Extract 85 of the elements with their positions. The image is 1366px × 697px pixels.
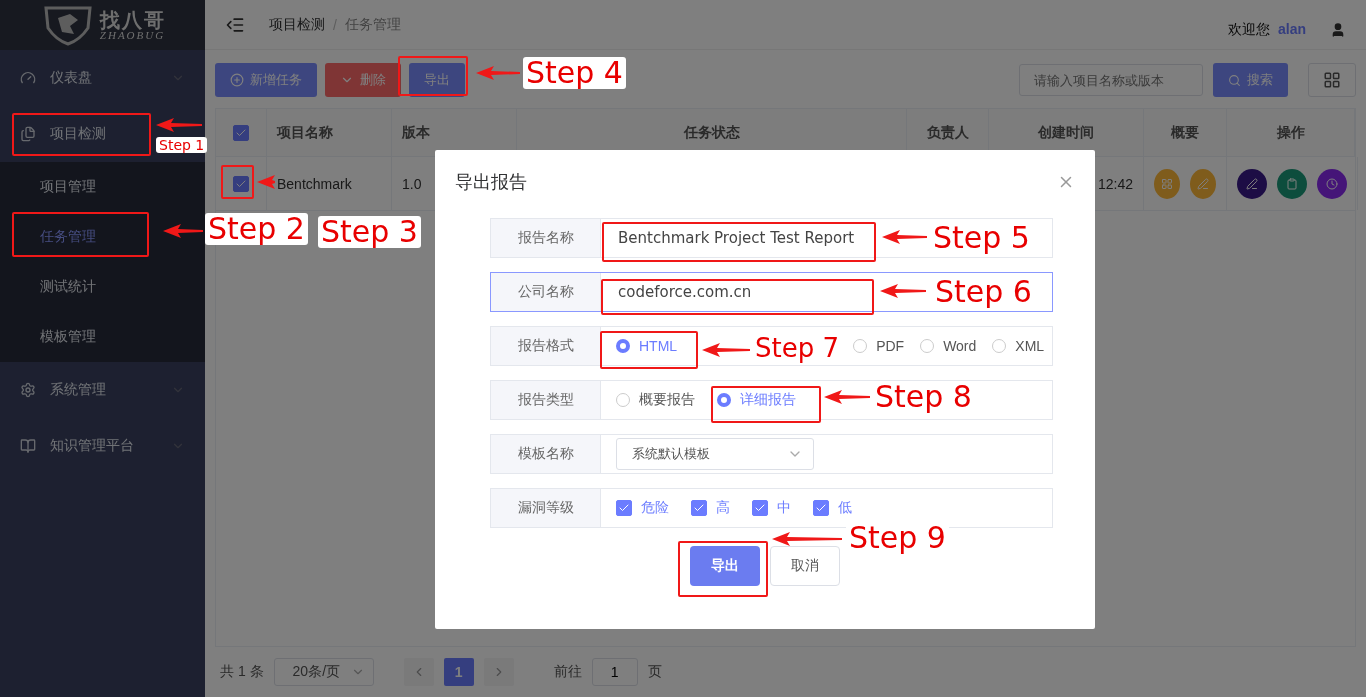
annotation-arrow — [476, 66, 520, 80]
summary-edit-button[interactable] — [1190, 168, 1216, 199]
page-button[interactable]: 1 — [443, 658, 474, 686]
field-label: 模板名称 — [491, 435, 601, 473]
annotation-arrow — [156, 118, 202, 132]
toolbar-button[interactable]: 删除 — [325, 63, 401, 97]
column-header: 概要 — [1144, 109, 1227, 156]
book-icon — [20, 438, 36, 454]
clock-button[interactable] — [1317, 168, 1347, 199]
clipboard-icon — [1286, 177, 1298, 190]
sidebar-subitem[interactable]: 任务管理 — [0, 212, 205, 262]
sidebar-subitem[interactable]: 项目管理 — [0, 162, 205, 212]
logo-name: 找八哥 — [99, 9, 166, 30]
checkmark-icon — [815, 502, 827, 514]
annotation-arrow — [257, 175, 275, 189]
radio-option[interactable]: 详细报告 — [717, 391, 796, 409]
search-button[interactable]: 搜索 — [1213, 63, 1288, 97]
annotation-arrow — [824, 390, 870, 404]
checkbox[interactable] — [233, 124, 249, 141]
page-size-select[interactable]: 20条/页 — [273, 658, 374, 686]
clock-icon — [1326, 177, 1338, 190]
checkbox[interactable] — [233, 175, 249, 192]
annotation-arrow — [702, 343, 750, 357]
goto-label: 前往 — [553, 663, 582, 681]
grid-view-button[interactable] — [1308, 63, 1356, 97]
annotation-arrow — [772, 532, 842, 546]
sidebar-item[interactable]: 知识管理平台 — [0, 418, 205, 474]
radio-option[interactable]: Word — [920, 338, 977, 354]
user-name[interactable]: alan — [1278, 20, 1306, 39]
dashboard-icon — [20, 70, 36, 86]
checkbox-option[interactable]: 危险 — [616, 499, 669, 517]
dialog-button[interactable]: 导出 — [690, 546, 760, 586]
checkbox-option[interactable]: 低 — [813, 499, 852, 517]
user-icon[interactable] — [1330, 21, 1346, 38]
sidebar-subitem[interactable]: 测试统计 — [0, 262, 205, 312]
goto-field[interactable]: 1 — [591, 658, 638, 686]
step-label: Step 4 — [523, 57, 626, 89]
checkmark-icon — [618, 502, 630, 514]
settings-icon — [20, 382, 36, 398]
field-label: 报告类型 — [491, 381, 601, 419]
pen-icon — [1197, 177, 1209, 190]
summary-button[interactable] — [1154, 168, 1180, 199]
document-icon — [20, 126, 36, 142]
annotation-arrow — [163, 224, 203, 238]
logo-subtitle: ZHAOBUG — [99, 29, 166, 41]
pen-icon — [1246, 177, 1258, 190]
field-label: 漏洞等级 — [491, 489, 601, 527]
field-label: 报告格式 — [491, 327, 601, 365]
plus-icon — [230, 73, 244, 87]
edit-button[interactable] — [1237, 168, 1267, 199]
checkmark-icon — [754, 502, 766, 514]
dialog-button[interactable]: 取消 — [770, 546, 840, 586]
total-count: 共 1 条 — [220, 663, 264, 681]
sidebar-item[interactable]: 仪表盘 — [0, 50, 205, 106]
step-label: Step 1 — [156, 137, 208, 153]
search-icon — [1228, 73, 1241, 87]
search-field[interactable]: 请输入项目名称或版本 — [1019, 64, 1203, 96]
step-label: Step 2 — [205, 213, 308, 245]
radio-option[interactable]: XML — [992, 338, 1045, 354]
radio-option[interactable]: HTML — [616, 338, 678, 354]
template-select[interactable]: 系统默认模板 — [616, 438, 814, 470]
greeting-text: 欢迎您 — [1228, 20, 1270, 39]
annotation-arrow — [882, 230, 927, 244]
column-header: 操作 — [1227, 109, 1355, 156]
field-label: 报告名称 — [491, 219, 601, 257]
highlight-frame — [398, 56, 468, 96]
checkbox-option[interactable]: 中 — [752, 499, 791, 517]
clipboard-button[interactable] — [1277, 168, 1307, 199]
column-header: 项目名称 — [267, 109, 392, 156]
sidebar-item[interactable]: 项目检测 — [0, 106, 155, 162]
breadcrumb-item[interactable]: 项目检测 — [269, 15, 325, 34]
sidebar-subitem[interactable]: 模板管理 — [0, 312, 205, 362]
checkbox-option[interactable]: 高 — [691, 499, 730, 517]
breadcrumb-separator: / — [333, 16, 337, 33]
sidebar-item[interactable]: 系统管理 — [0, 362, 205, 418]
highlight-frame — [221, 165, 254, 199]
radio-option[interactable]: 概要报告 — [616, 391, 695, 409]
checkmark-icon — [693, 502, 705, 514]
radio-option[interactable]: PDF — [853, 338, 905, 354]
grid-icon — [1161, 177, 1173, 190]
annotation-arrow — [880, 284, 926, 298]
grid-icon — [1323, 71, 1341, 89]
page-suffix: 页 — [647, 663, 662, 681]
step-label: Step 3 — [318, 216, 421, 248]
field-label: 公司名称 — [491, 273, 601, 311]
